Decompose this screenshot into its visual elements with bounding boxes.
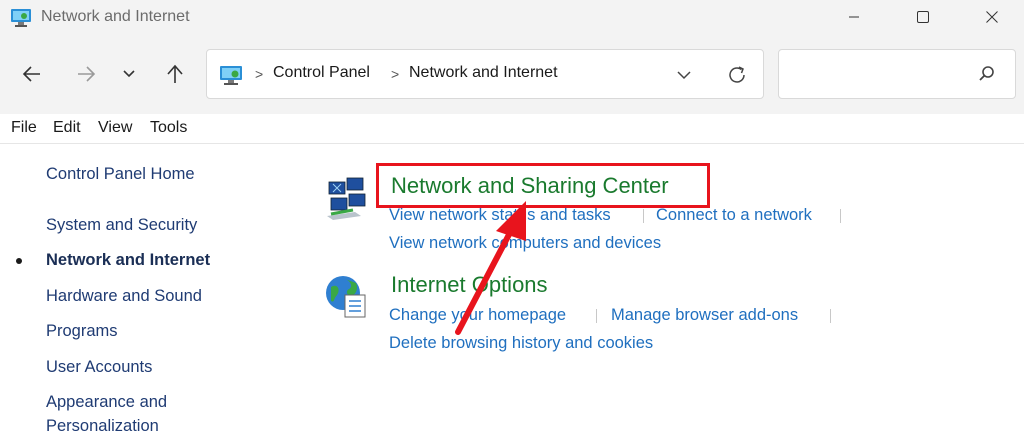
maximize-button[interactable] [899,0,947,34]
minimize-icon [849,16,859,18]
menu-view[interactable]: View [98,119,132,137]
arrow-left-icon [22,66,40,82]
arrow-right-icon [78,66,96,82]
chevron-down-icon [677,71,691,80]
title-bar: Network and Internet [0,0,1024,36]
search-icon[interactable] [977,64,997,84]
search-box[interactable] [778,49,1016,99]
breadcrumb-network-and-internet[interactable]: Network and Internet [409,64,558,82]
recent-locations-button[interactable] [115,60,143,88]
link-divider [840,209,841,223]
sidebar-item-appearance-line2[interactable]: Personalization [46,417,159,436]
navigation-bar: > Control Panel > Network and Internet [0,36,1024,114]
menu-file[interactable]: File [11,119,37,137]
sidebar-item-system-and-security[interactable]: System and Security [46,216,197,235]
menu-tools[interactable]: Tools [150,119,187,137]
arrow-up-icon [167,64,183,83]
red-annotation-arrow [455,201,526,335]
link-divider [596,309,597,323]
link-divider [830,309,831,323]
link-connect-to-network[interactable]: Connect to a network [656,206,812,225]
refresh-icon [729,66,745,83]
sidebar: Control Panel Home System and Security N… [0,145,290,442]
up-button[interactable] [161,60,189,88]
control-panel-app-icon [11,9,31,27]
sidebar-item-network-and-internet: Network and Internet [46,251,211,269]
menu-edit[interactable]: Edit [53,119,81,137]
sidebar-item-user-accounts[interactable]: User Accounts [46,358,152,377]
back-button[interactable] [18,60,46,88]
address-history-dropdown[interactable] [671,62,697,88]
maximize-icon [917,11,929,23]
search-input[interactable] [789,62,969,86]
forward-button[interactable] [72,60,100,88]
chevron-down-icon [123,70,135,78]
breadcrumb-separator[interactable]: > [391,66,399,82]
control-panel-location-icon [220,66,242,85]
window-title: Network and Internet [41,8,190,25]
network-sharing-icon [327,177,366,220]
internet-options-icon [326,276,366,318]
menu-bar: File Edit View Tools [0,114,1024,144]
sidebar-item-appearance-line1[interactable]: Appearance and [46,393,167,412]
link-divider [643,209,644,223]
close-icon [986,11,998,23]
close-button[interactable] [968,0,1016,34]
link-manage-addons[interactable]: Manage browser add-ons [611,306,798,325]
refresh-button[interactable] [723,61,751,89]
sidebar-item-control-panel-home[interactable]: Control Panel Home [46,165,195,184]
minimize-button[interactable] [830,0,878,34]
address-bar[interactable]: > Control Panel > Network and Internet [206,49,764,99]
breadcrumb-control-panel[interactable]: Control Panel [273,64,370,82]
breadcrumb-separator[interactable]: > [255,66,263,82]
sidebar-item-programs[interactable]: Programs [46,322,118,341]
sidebar-item-hardware-and-sound[interactable]: Hardware and Sound [46,287,202,306]
current-item-bullet [16,258,22,264]
